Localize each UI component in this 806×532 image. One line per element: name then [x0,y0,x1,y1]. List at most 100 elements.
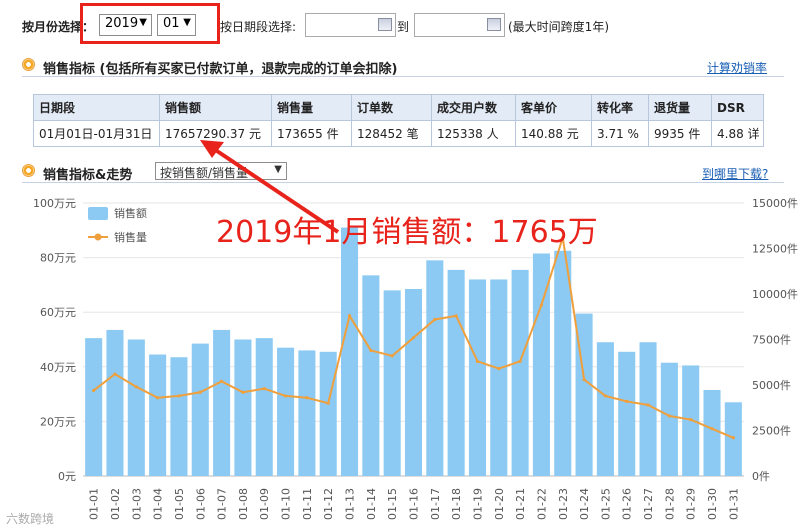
sales-bar [255,338,273,476]
table-cell: 173655 件 [271,120,352,147]
x-tick-label: 01-06 [194,488,207,520]
sales-bar [298,350,316,476]
table-header-cell: 销售额 [159,94,272,121]
left-tick-label: 100万元 [33,197,76,210]
left-axis: 0元 20万元 40万元 60万元 80万元 100万元 [33,197,76,483]
sales-trend-header: 销售指标&走势 到哪里下载? [0,159,806,183]
end-date-input[interactable] [414,13,505,37]
sales-bar [106,329,124,476]
volume-point [625,399,629,403]
x-tick-label: 01-02 [109,488,122,520]
sales-bar [127,339,145,476]
sales-bar [191,343,209,476]
sales-bar [490,279,508,476]
volume-point [646,403,650,407]
x-tick-label: 01-05 [173,488,186,520]
table-cell: 01月01日-01月31日 [33,120,160,147]
x-tick-label: 01-16 [408,488,421,520]
sales-trend-chart: 0元 20万元 40万元 60万元 80万元 100万元 0件 2500件 5000件 7500… [33,140,798,520]
table-header-cell: 日期段 [33,94,160,121]
calendar-icon[interactable] [378,18,392,31]
table-cell: 125338 人 [431,120,516,147]
sales-bar [468,279,486,476]
sales-bar [618,351,636,476]
table-cell[interactable]: 4.88 详 [711,120,764,147]
legend-label: 销售额 [114,206,147,220]
sales-bar [341,227,359,476]
sales-bar [277,347,295,476]
left-tick-label: 20万元 [40,415,76,428]
right-tick-label: 5000件 [752,379,791,392]
volume-point [198,390,202,394]
volume-point [411,336,416,340]
volume-point [603,394,608,398]
section-bullet-icon [22,164,35,177]
max-span-hint: (最大时间跨度1年) [508,20,609,34]
left-tick-label: 60万元 [40,306,76,319]
sales-bar [596,342,614,476]
sales-bar [213,329,231,476]
start-date-input[interactable] [305,13,396,37]
sales-bar [511,269,529,476]
sales-bar [362,275,380,476]
volume-point [134,385,138,389]
annotation-text: 2019年1月销售额：1765万 [216,215,598,250]
x-tick-label: 01-28 [663,488,676,520]
volume-point [156,396,160,400]
volume-point [454,314,458,318]
highlight-box [80,3,220,44]
volume-point [92,388,96,393]
calculate-rate-link[interactable]: 计算劝销率 [707,59,767,76]
right-tick-label: 7500件 [752,334,791,347]
date-range-label: 按日期段选择: [220,20,297,34]
sales-bar [703,390,721,476]
x-tick-label: 01-10 [280,488,293,520]
x-tick-label: 01-01 [88,488,101,520]
chevron-down-icon: ▼ [274,164,282,175]
chart-mode-value: 按销售额/销售量 [160,166,249,180]
filter-bar: 按月份选择： 2019 ▼ 01 ▼ 按日期段选择: 到 (最大时间跨度1年) [0,0,806,50]
x-tick-label: 01-04 [152,488,165,520]
volume-point [177,394,181,398]
table-header-cell: 销售量 [271,94,352,121]
table-cell: 9935 件 [648,120,712,147]
x-tick-label: 01-03 [130,488,143,520]
volume-point [219,379,224,383]
right-axis: 0件 2500件 5000件 7500件 10000件 12500件 15000件 [752,197,798,483]
download-link[interactable]: 到哪里下载? [702,165,768,182]
sales-bar [149,354,167,476]
x-tick-label: 01-30 [706,488,719,520]
section-bullet-icon [22,58,35,71]
volume-point [433,317,437,322]
volume-point [262,387,266,391]
x-tick-label: 01-24 [578,488,591,520]
volume-point [689,417,693,422]
right-tick-label: 2500件 [752,425,791,438]
sales-metrics-table: 日期段 销售额 销售量 订单数 成交用户数 客单价 转化率 退货量 DSR 01… [33,94,764,147]
x-tick-label: 01-14 [365,488,378,520]
sales-bar [660,362,678,476]
legend-label: 销售量 [114,230,147,244]
legend-bar-swatch [88,207,108,220]
left-tick-label: 0元 [58,470,76,483]
volume-point [539,303,544,307]
chart-legend[interactable]: 销售额销售量 [88,206,147,244]
table-header-row: 日期段 销售额 销售量 订单数 成交用户数 客单价 转化率 退货量 DSR [33,94,764,121]
calendar-icon[interactable] [487,18,501,31]
x-tick-label: 01-09 [258,488,271,520]
table-header-cell: 转化率 [591,94,649,121]
x-tick-label: 01-07 [216,488,229,520]
watermark-logo: 六数跨境 [6,512,55,526]
volume-point [390,354,394,358]
table-cell: 128452 笔 [351,120,432,147]
x-tick-label: 01-31 [727,488,740,520]
volume-point [113,372,117,376]
volume-point [305,396,309,400]
sales-metrics-title: 销售指标 (包括所有买家已付款订单，退款完成的订单会扣除) [43,62,398,77]
chart-mode-select[interactable]: 按销售额/销售量 ▼ [155,162,287,180]
legend-line-marker [94,233,102,241]
table-row: 01月01日-01月31日 17657290.37 元 173655 件 128… [33,120,764,147]
table-cell: 3.71 % [591,120,649,147]
sales-bars [85,227,742,476]
sales-bar [383,290,401,476]
